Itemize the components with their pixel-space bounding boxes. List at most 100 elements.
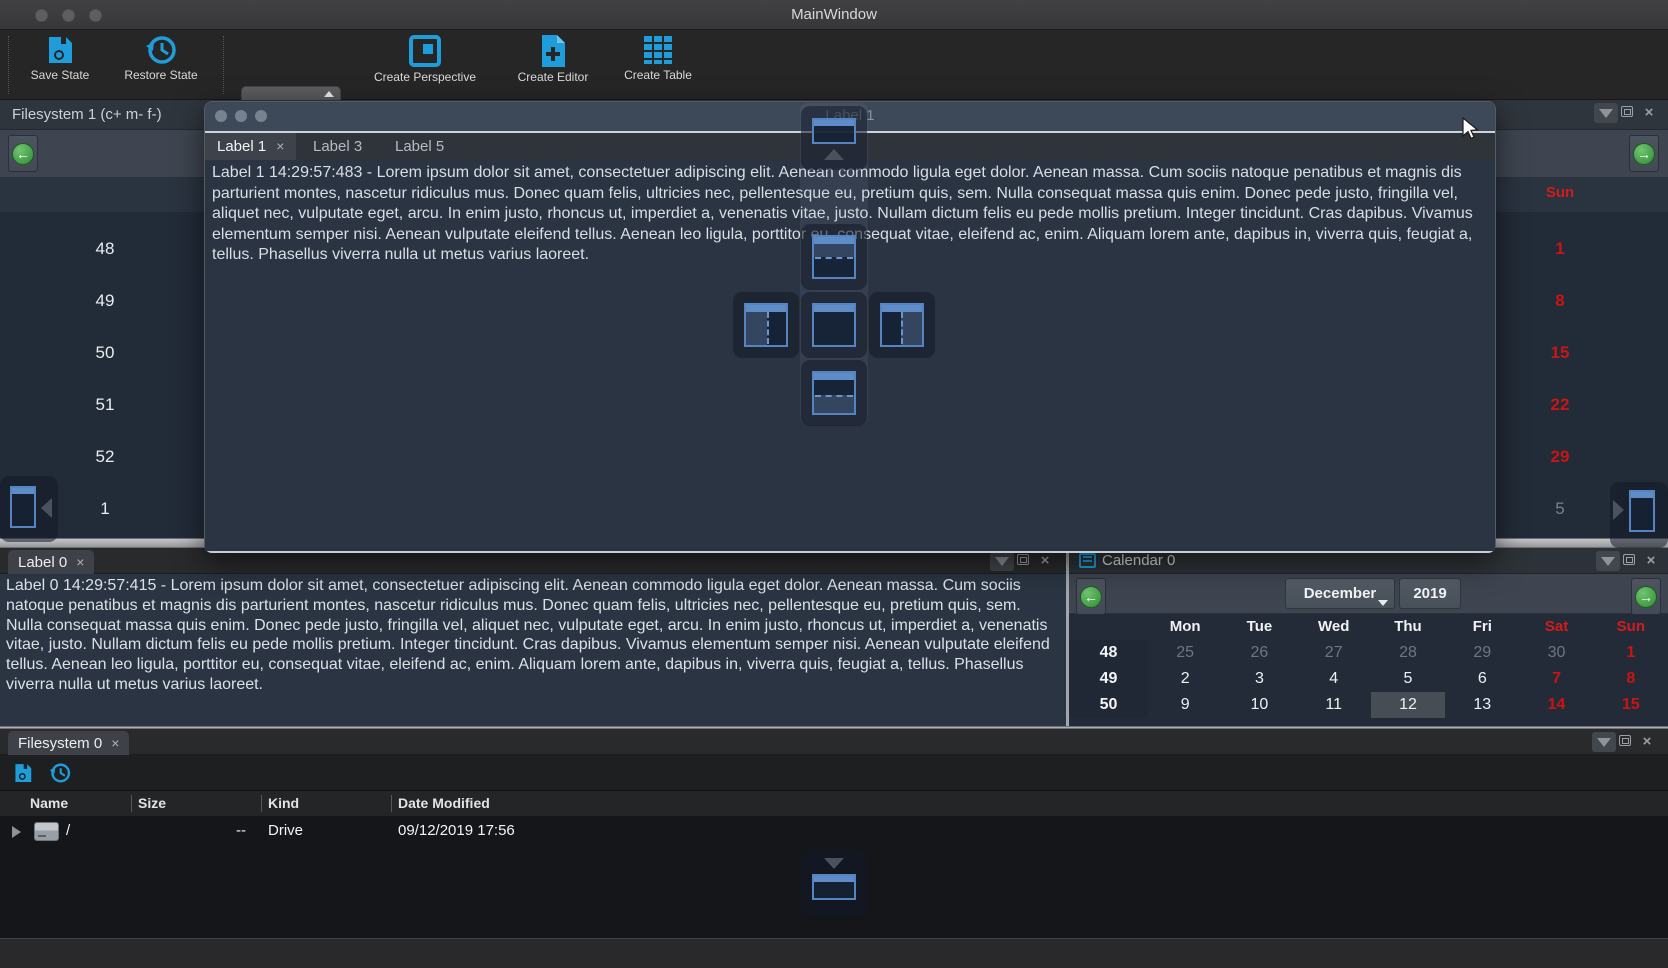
calendar-day[interactable]: 27 — [1297, 640, 1371, 666]
week-number: 1 — [40, 483, 170, 535]
tab-close-icon[interactable]: × — [76, 550, 84, 574]
drop-indicator-bottom[interactable] — [812, 371, 856, 415]
calendar0-menu-button[interactable] — [1596, 551, 1620, 571]
create-editor-icon — [539, 34, 567, 68]
calendar-day[interactable]: 30 — [1519, 640, 1593, 666]
week-number: 48 — [1069, 640, 1148, 666]
central-prev-month-button[interactable]: ← — [8, 135, 38, 172]
calendar-day[interactable]: 4 — [1297, 666, 1371, 692]
tab-label3-text: Label 3 — [313, 138, 362, 155]
column-date-modified[interactable]: Date Modified — [398, 791, 490, 816]
day-header: Sat — [1519, 614, 1593, 640]
tab-label5[interactable]: Label 5 — [383, 133, 456, 160]
day-header: Wed — [1297, 614, 1371, 640]
column-size[interactable]: Size — [138, 791, 166, 816]
filesystem0-float-button[interactable] — [1614, 732, 1638, 752]
drop-indicator-top[interactable] — [812, 235, 856, 279]
day-header: Mon — [1148, 614, 1222, 640]
file-date-modified: 09/12/2019 17:56 — [398, 816, 515, 846]
calendar-day[interactable]: 26 — [1222, 640, 1296, 666]
central-panel-title: Filesystem 1 (c+ m- f-) — [12, 106, 162, 123]
restore-state-button[interactable]: Restore State — [101, 34, 221, 82]
label0-float-button[interactable] — [1012, 551, 1036, 571]
calendar-day[interactable]: 28 — [1371, 640, 1445, 666]
tab-close-icon[interactable]: × — [276, 138, 284, 154]
month-select-button[interactable]: December — [1285, 578, 1395, 609]
calendar-date[interactable]: 8 — [1520, 275, 1600, 327]
central-close-button[interactable]: × — [1638, 103, 1662, 123]
drop-indicator-edge-left[interactable] — [10, 486, 36, 528]
calendar-day[interactable]: 5 — [1371, 666, 1445, 692]
create-perspective-button[interactable]: Create Perspective — [365, 34, 485, 84]
prev-arrow-icon: ← — [12, 143, 34, 165]
file-size: -- — [236, 816, 246, 846]
calendar-day[interactable]: 29 — [1445, 640, 1519, 666]
tab-close-icon[interactable]: × — [111, 731, 119, 755]
calendar-day[interactable]: 8 — [1594, 666, 1668, 692]
calendar0-float-button[interactable] — [1618, 551, 1642, 571]
calendar-date[interactable]: 22 — [1520, 379, 1600, 431]
arrow-up-icon — [824, 149, 844, 160]
calendar-day-selected[interactable]: 12 — [1371, 692, 1445, 718]
calendar-date[interactable]: 5 — [1520, 483, 1600, 535]
arrow-right-icon — [1613, 500, 1624, 520]
calendar-day[interactable]: 3 — [1222, 666, 1296, 692]
tab-label3[interactable]: Label 3 — [301, 133, 374, 160]
calendar-date[interactable]: 29 — [1520, 431, 1600, 483]
file-name: / — [66, 816, 70, 846]
calendar0-close-button[interactable]: × — [1640, 551, 1664, 571]
create-table-label: Create Table — [598, 68, 718, 82]
central-float-button[interactable] — [1616, 103, 1640, 123]
file-row[interactable]: / -- Drive 09/12/2019 17:56 — [0, 816, 1668, 846]
tab-filesystem0-text: Filesystem 0 — [18, 735, 102, 752]
drop-indicator-edge-top[interactable] — [812, 118, 856, 144]
calendar-day[interactable]: 1 — [1594, 640, 1668, 666]
drop-indicator-right[interactable] — [880, 303, 924, 347]
save-icon — [44, 34, 76, 66]
calendar-day[interactable]: 6 — [1445, 666, 1519, 692]
mouse-cursor — [1461, 117, 1481, 141]
calendar-day[interactable]: 15 — [1594, 692, 1668, 718]
label0-close-button[interactable]: × — [1034, 551, 1058, 571]
expand-triangle-icon[interactable] — [12, 826, 21, 838]
tab-label1[interactable]: Label 1× — [205, 133, 296, 160]
create-editor-button[interactable]: Create Editor — [493, 34, 613, 84]
drop-indicator-left[interactable] — [744, 303, 788, 347]
day-header: Sun — [1594, 614, 1668, 640]
filesystem0-menu-button[interactable] — [1592, 732, 1616, 752]
calendar-date[interactable]: 15 — [1520, 327, 1600, 379]
calendar-date[interactable]: 1 — [1520, 223, 1600, 275]
year-select-button[interactable]: 2019 — [1399, 578, 1461, 609]
column-name[interactable]: Name — [30, 791, 68, 816]
calendar-day[interactable]: 10 — [1222, 692, 1296, 718]
drop-indicator-edge-bottom[interactable] — [812, 874, 856, 900]
create-table-button[interactable]: Create Table — [598, 34, 718, 82]
drop-indicator-center[interactable] — [812, 303, 856, 347]
calendar-day[interactable]: 11 — [1297, 692, 1371, 718]
tab-label0[interactable]: Label 0× — [8, 550, 94, 574]
calendar-day[interactable]: 7 — [1519, 666, 1593, 692]
save-icon[interactable] — [12, 762, 34, 784]
calendar0-next-month-button[interactable]: → — [1631, 578, 1661, 615]
status-bar — [0, 938, 1668, 968]
filesystem0-tabbar: Filesystem 0 × × — [0, 729, 1668, 755]
drop-indicator-edge-right[interactable] — [1629, 490, 1655, 532]
column-kind[interactable]: Kind — [268, 791, 299, 816]
create-perspective-label: Create Perspective — [365, 70, 485, 84]
calendar0-title: Calendar 0 — [1102, 552, 1175, 569]
toolbar-separator — [223, 36, 224, 94]
label0-menu-button[interactable] — [990, 551, 1014, 571]
calendar-day[interactable]: 2 — [1148, 666, 1222, 692]
central-next-month-button[interactable]: → — [1629, 135, 1659, 172]
restore-icon[interactable] — [48, 762, 72, 784]
arrow-down-icon — [824, 858, 844, 869]
tab-filesystem0[interactable]: Filesystem 0 × — [8, 731, 129, 755]
central-menu-button[interactable] — [1594, 103, 1618, 123]
calendar-day[interactable]: 9 — [1148, 692, 1222, 718]
calendar-day[interactable]: 13 — [1445, 692, 1519, 718]
filesystem0-close-button[interactable]: × — [1636, 732, 1660, 752]
calendar0-prev-month-button[interactable]: ← — [1076, 578, 1106, 615]
calendar-icon — [1079, 553, 1096, 568]
calendar-day[interactable]: 25 — [1148, 640, 1222, 666]
calendar-day[interactable]: 14 — [1519, 692, 1593, 718]
